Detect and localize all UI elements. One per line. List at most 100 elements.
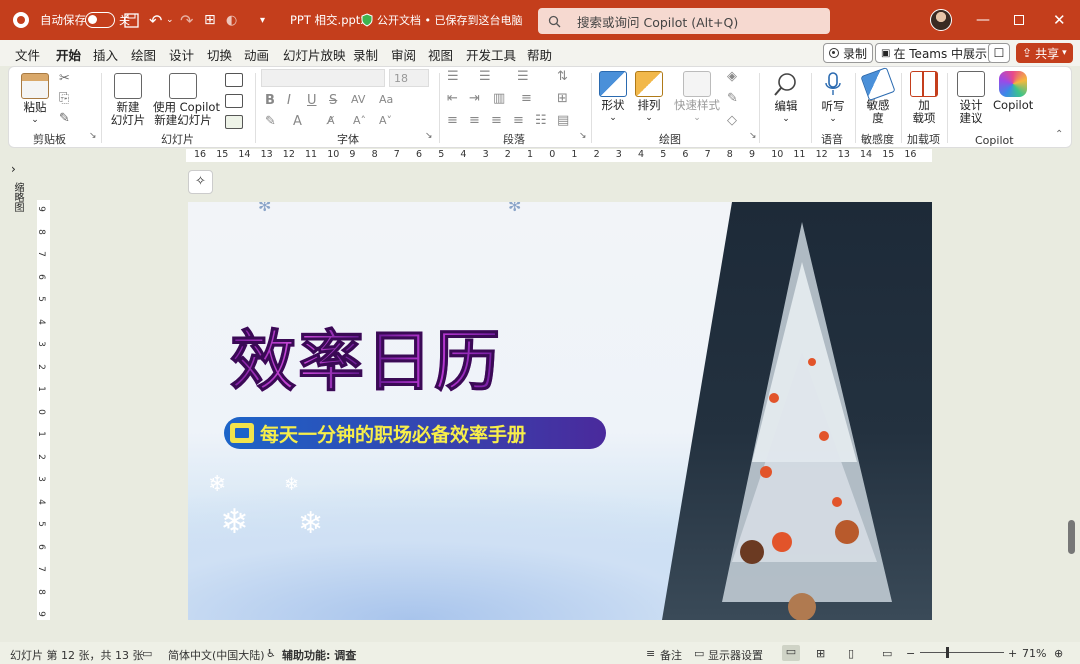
close-icon[interactable]: ✕ xyxy=(1053,0,1066,40)
decrease-indent-icon[interactable]: ⇤ xyxy=(447,91,458,106)
bold-icon[interactable]: B xyxy=(265,93,275,108)
normal-view-icon[interactable]: ▭ xyxy=(782,645,800,661)
tab-transitions[interactable]: 切换 xyxy=(207,45,232,64)
addins-button[interactable]: 加 载项 xyxy=(907,71,941,125)
undo-icon[interactable]: ↶ xyxy=(149,0,162,40)
case-icon[interactable]: Aa xyxy=(379,93,393,106)
present-icon[interactable]: ⊞ xyxy=(204,0,216,40)
avatar[interactable] xyxy=(930,0,952,40)
numbering-icon[interactable]: ☰ xyxy=(479,69,491,84)
font-color-icon[interactable]: A xyxy=(293,114,302,129)
tab-design[interactable]: 设计 xyxy=(169,45,194,64)
tab-developer[interactable]: 开发工具 xyxy=(466,45,516,64)
teams-present-button[interactable]: ▣ 在 Teams 中展示 xyxy=(875,43,994,63)
vertical-scrollbar[interactable] xyxy=(1068,520,1075,554)
grow-font-icon[interactable]: A˄ xyxy=(353,114,366,127)
share-button[interactable]: ⇪ 共享 ▾ xyxy=(1016,43,1073,63)
slide-counter[interactable]: 幻灯片 第 12 张，共 13 张 xyxy=(10,647,143,663)
align-text-icon[interactable]: ≡ xyxy=(521,91,532,106)
tab-home[interactable]: 开始 xyxy=(56,45,82,69)
reset-icon[interactable] xyxy=(225,94,243,108)
fit-to-window-icon[interactable]: ⊕ xyxy=(1054,647,1063,660)
editing-button[interactable]: 编辑 ⌄ xyxy=(767,71,805,126)
display-settings-button[interactable]: 显示器设置 xyxy=(708,647,763,663)
accessibility-status[interactable]: 辅助功能: 调查 xyxy=(282,647,356,663)
tab-insert[interactable]: 插入 xyxy=(93,45,118,64)
shrink-font-icon[interactable]: A˅ xyxy=(379,114,392,127)
format-painter-icon[interactable]: ✎ xyxy=(59,111,70,126)
zoom-out-icon[interactable]: − xyxy=(906,647,915,660)
notes-button[interactable]: 备注 xyxy=(660,647,682,663)
zoom-slider-thumb[interactable] xyxy=(946,647,949,658)
font-name-field[interactable] xyxy=(261,69,385,87)
bullets-icon[interactable]: ☰ xyxy=(447,69,459,84)
tab-help[interactable]: 帮助 xyxy=(527,45,552,64)
text-direction-icon[interactable]: ⇅ xyxy=(557,69,568,84)
paragraph-launcher-icon[interactable]: ↘ xyxy=(579,131,587,141)
designer-button[interactable]: 设计 建议 xyxy=(955,71,987,125)
font-size-field[interactable]: 18 xyxy=(389,69,429,87)
columns-icon[interactable]: ▥ xyxy=(493,91,505,106)
tab-file[interactable]: 文件 xyxy=(15,45,40,64)
quick-access-customize-icon[interactable]: ▾ xyxy=(260,0,265,40)
shape-outline-icon[interactable]: ✎ xyxy=(727,91,738,106)
slide-canvas[interactable]: ❄ ❄ ❄ ❄ ✻ ✻ 效率日历 每天一分钟的职场必备效率手册 xyxy=(188,202,932,620)
highlight-icon[interactable]: ✎ xyxy=(265,114,276,129)
comments-icon[interactable]: ☐ xyxy=(988,43,1010,63)
clipboard-launcher-icon[interactable]: ↘ xyxy=(89,131,97,141)
slideshow-icon[interactable]: ▭ xyxy=(882,647,892,660)
file-name[interactable]: PPT 相交.pptx xyxy=(290,0,367,40)
theme-icon[interactable]: ◐ xyxy=(226,0,237,40)
slide-sorter-icon[interactable]: ⊞ xyxy=(816,647,825,660)
underline-icon[interactable]: U xyxy=(307,93,317,108)
zoom-slider[interactable] xyxy=(920,652,1004,653)
minimize-icon[interactable]: — xyxy=(976,0,990,40)
clear-format-icon[interactable]: A̸ xyxy=(327,114,335,127)
distribute-icon[interactable]: ☷ xyxy=(535,113,547,128)
dictate-button[interactable]: 听写 ⌄ xyxy=(817,71,849,126)
designer-sparkle-icon[interactable]: ✧ xyxy=(188,170,213,194)
collapse-ribbon-icon[interactable]: ⌃ xyxy=(1055,129,1063,140)
arrange-button[interactable]: 排列 ⌄ xyxy=(633,71,665,125)
tab-record[interactable]: 录制 xyxy=(353,45,378,64)
redo-icon[interactable]: ↷ xyxy=(180,0,193,40)
slide-title[interactable]: 效率日历 xyxy=(230,308,502,404)
tab-draw[interactable]: 绘图 xyxy=(131,45,156,64)
search-input[interactable]: 搜索或询问 Copilot (Alt+Q) xyxy=(538,8,830,34)
spellcheck-icon[interactable]: ▭ xyxy=(142,647,152,660)
layout-icon[interactable] xyxy=(225,73,243,87)
copilot-new-slide-button[interactable]: 使用 Copilot 新建幻灯片 xyxy=(153,73,220,127)
sensitivity-button[interactable]: 敏感 度 xyxy=(860,66,896,125)
italic-icon[interactable]: I xyxy=(287,93,291,108)
smartart-icon[interactable]: ⊞ xyxy=(557,91,568,106)
zoom-level[interactable]: 71% xyxy=(1022,647,1046,660)
cut-icon[interactable]: ✂ xyxy=(59,71,70,86)
slide-subtitle-banner[interactable]: 每天一分钟的职场必备效率手册 xyxy=(224,417,606,449)
shape-effects-icon[interactable]: ◇ xyxy=(727,113,737,128)
copilot-button[interactable]: Copilot xyxy=(993,71,1033,112)
save-icon[interactable] xyxy=(124,0,139,40)
new-slide-button[interactable]: 新建 幻灯片 xyxy=(107,73,149,127)
quick-styles-button[interactable]: 快速样式 ⌄ xyxy=(673,71,721,125)
drawing-launcher-icon[interactable]: ↘ xyxy=(749,131,757,141)
section-icon[interactable] xyxy=(225,115,243,129)
tab-view[interactable]: 视图 xyxy=(428,45,453,64)
language-label[interactable]: 简体中文(中国大陆) xyxy=(168,647,265,663)
copy-icon[interactable]: ⎘ xyxy=(59,91,69,106)
align-right-icon[interactable]: ≡ xyxy=(491,113,502,128)
align-center-icon[interactable]: ≡ xyxy=(469,113,480,128)
tab-review[interactable]: 审阅 xyxy=(391,45,416,64)
spacing-icon[interactable]: AV xyxy=(351,93,365,106)
increase-indent-icon[interactable]: ⇥ xyxy=(469,91,480,106)
shape-fill-icon[interactable]: ◈ xyxy=(727,69,737,84)
font-launcher-icon[interactable]: ↘ xyxy=(425,131,433,141)
paste-button[interactable]: 粘贴 ⌄ xyxy=(19,73,51,127)
zoom-in-icon[interactable]: + xyxy=(1008,647,1017,660)
align-left-icon[interactable]: ≡ xyxy=(447,113,458,128)
maximize-icon[interactable] xyxy=(1014,0,1024,40)
record-button[interactable]: 录制 xyxy=(823,43,874,63)
tab-slideshow[interactable]: 幻灯片放映 xyxy=(283,45,346,64)
reading-view-icon[interactable]: ▯ xyxy=(848,647,854,660)
line-spacing-icon[interactable]: ☰ xyxy=(517,69,529,84)
undo-dropdown-icon[interactable]: ⌄ xyxy=(166,0,174,40)
